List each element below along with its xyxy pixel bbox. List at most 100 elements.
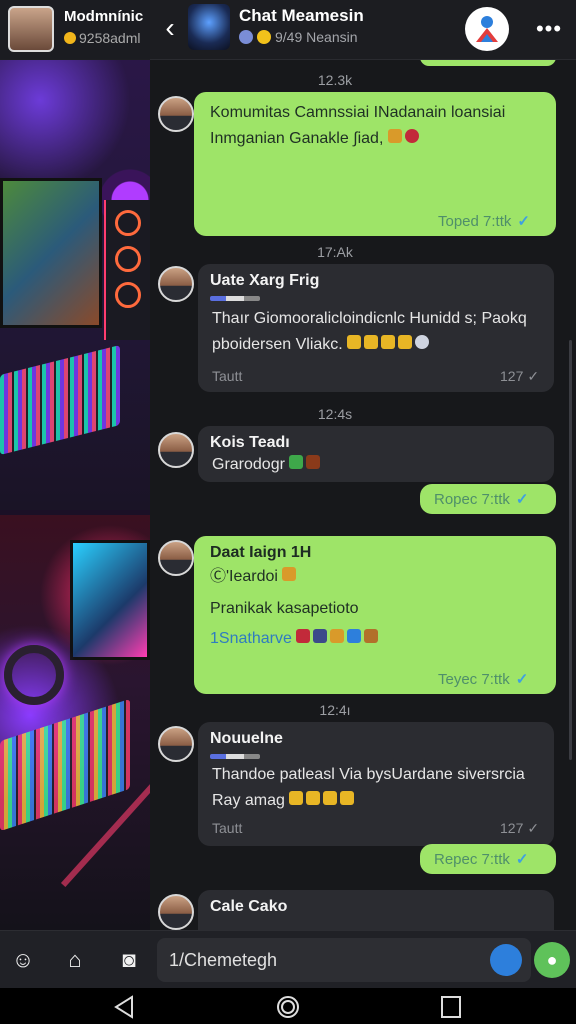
message-text-content: Grarodogr <box>212 456 285 473</box>
home-icon[interactable]: ⌂ <box>58 943 92 977</box>
emoji-icon <box>296 629 311 643</box>
monitor-image-2 <box>70 540 150 660</box>
emoji-icon <box>289 455 304 469</box>
sender-name[interactable]: Daat Iaign 1H <box>210 544 311 562</box>
star-emoji-icon <box>323 791 338 805</box>
check-icon: ✓ <box>527 820 540 836</box>
message-footer: Tautt <box>212 368 243 384</box>
message-text: Grarodogr <box>212 452 323 478</box>
sender-name[interactable]: Uate Xarg Frig <box>210 272 319 290</box>
left-contact-sub: 9258adml <box>64 30 141 46</box>
message-bubble-in[interactable]: Nouuelne Thandoe patleasl Via bysUardane… <box>198 722 554 846</box>
message-time: 127 ✓ <box>500 820 539 837</box>
chat-subtitle-text: 9/49 Neansin <box>275 29 358 45</box>
emoji-icon <box>387 129 402 143</box>
profile-icon <box>476 16 498 42</box>
headset-image <box>4 645 64 705</box>
chevron-left-icon[interactable]: ‹ <box>156 12 184 46</box>
profile-button[interactable] <box>465 7 509 51</box>
avatar[interactable] <box>158 266 194 302</box>
left-contact-name: Modmnínic <box>64 8 144 25</box>
chat-avatar[interactable] <box>188 4 230 50</box>
chat-header: Modmnínic 9258adml ‹ Chat Meamesin 9/49 … <box>0 0 576 60</box>
message-time: 127 ✓ <box>500 368 539 385</box>
date-separator: 12.3k <box>317 72 353 88</box>
emoji-icon[interactable]: ☺ <box>6 943 40 977</box>
message-footer: Tautt <box>212 820 243 836</box>
app-screen: Modmnínic 9258adml ‹ Chat Meamesin 9/49 … <box>0 0 576 1024</box>
double-check-icon: ✓ <box>515 851 529 868</box>
message-time-text: Ropec 7:ttk <box>434 491 510 508</box>
message-text: Pranikak kasapetioto <box>210 600 359 617</box>
more-dots-icon[interactable]: ••• <box>532 14 566 46</box>
left-contact-header[interactable]: Modmnínic 9258adml <box>0 0 150 60</box>
avatar[interactable] <box>158 726 194 762</box>
avatar[interactable] <box>158 894 194 930</box>
message-line: Ⓒ'Ieardoi <box>210 564 299 590</box>
message-time: Ropec 7:ttk ✓ <box>434 490 528 508</box>
monitor-image <box>0 178 102 328</box>
message-text-content: Thandoe patleasl Via bysUardane siversrc… <box>212 766 525 809</box>
message-line-text: Ⓒ'Ieardoi <box>210 568 278 585</box>
date-separator: 17:Ak <box>317 244 353 260</box>
scrollbar[interactable] <box>569 340 572 760</box>
emoji-icon <box>330 629 345 643</box>
message-time-text: Repec 7:ttk <box>434 851 510 868</box>
message-bubble-in[interactable]: Cale Cako <box>198 890 554 930</box>
star-emoji-icon <box>347 335 362 349</box>
rank-bar <box>210 296 260 301</box>
message-input[interactable] <box>169 938 469 982</box>
message-time: Teyec 7:ttk ✓ <box>438 670 528 688</box>
message-text-content: Komumitas Camnssiai INadanain loansiai I… <box>210 104 506 147</box>
avatar[interactable] <box>158 96 194 132</box>
chat-title[interactable]: Chat Meamesin <box>239 6 364 26</box>
message-input-bar: ☺ ⌂ ◙ ● <box>0 930 576 988</box>
message-bubble-out[interactable] <box>420 60 556 66</box>
date-separator: 12:4s <box>317 406 353 422</box>
star-emoji-icon <box>398 335 413 349</box>
avatar[interactable] <box>8 6 54 52</box>
background-photo-panel <box>0 0 150 930</box>
message-text: Thandoe patleasl Via bysUardane siversrc… <box>212 762 552 814</box>
nav-recents-icon[interactable] <box>436 994 466 1020</box>
pc-tower-image <box>104 200 150 340</box>
nav-back-icon[interactable] <box>110 994 140 1020</box>
emoji-icon <box>364 629 379 643</box>
message-bubble-out[interactable]: Ropec 7:ttk ✓ <box>420 484 556 514</box>
sender-name[interactable]: Kois Teadı <box>210 434 290 452</box>
double-check-icon: ✓ <box>515 671 529 688</box>
message-time-text: Toped 7:ttk <box>438 213 512 230</box>
message-bubble-out[interactable]: Daat Iaign 1H Ⓒ'Ieardoi Pranikak kasapet… <box>194 536 556 694</box>
emoji-icon <box>404 129 419 143</box>
message-line-text: 1Snatharve <box>210 630 292 647</box>
emoji-icon <box>313 629 328 643</box>
check-icon: ✓ <box>527 368 540 384</box>
mic-icon[interactable]: ● <box>534 942 570 978</box>
message-time: Repec 7:ttk ✓ <box>434 850 528 868</box>
message-bubble-out[interactable]: Repec 7:ttk ✓ <box>420 844 556 874</box>
star-emoji-icon <box>364 335 379 349</box>
sticker-icon[interactable] <box>490 944 522 976</box>
star-emoji-icon <box>381 335 396 349</box>
left-contact-sub-text: 9258adml <box>79 30 141 46</box>
system-navigation-bar <box>0 988 576 1024</box>
sender-name[interactable]: Nouuelne <box>210 730 283 748</box>
double-check-icon: ✓ <box>515 491 529 508</box>
avatar[interactable] <box>158 432 194 468</box>
nav-home-icon[interactable] <box>273 994 303 1020</box>
message-bubble-out[interactable]: Komumitas Camnssiai INadanain loansiai I… <box>194 92 556 236</box>
ball-emoji-icon <box>415 335 430 349</box>
message-time-text: 127 <box>500 820 524 836</box>
star-emoji-icon <box>289 791 304 805</box>
message-bubble-in[interactable]: Kois Teadı Grarodogr <box>198 426 554 482</box>
message-input-container[interactable] <box>157 938 531 982</box>
message-time-text: Teyec 7:ttk <box>438 671 510 688</box>
sender-name[interactable]: Cale Cako <box>210 898 287 916</box>
avatar[interactable] <box>158 540 194 576</box>
camera-icon[interactable]: ◙ <box>112 943 146 977</box>
chat-message-list[interactable]: 12.3k Komumitas Camnssiai INadanain loan… <box>150 60 576 930</box>
message-bubble-in[interactable]: Uate Xarg Frig Thaır Giomooralicloindicn… <box>198 264 554 392</box>
emoji-icon <box>257 30 271 44</box>
message-time: Toped 7:ttk ✓ <box>438 212 530 230</box>
star-emoji-icon <box>340 791 355 805</box>
